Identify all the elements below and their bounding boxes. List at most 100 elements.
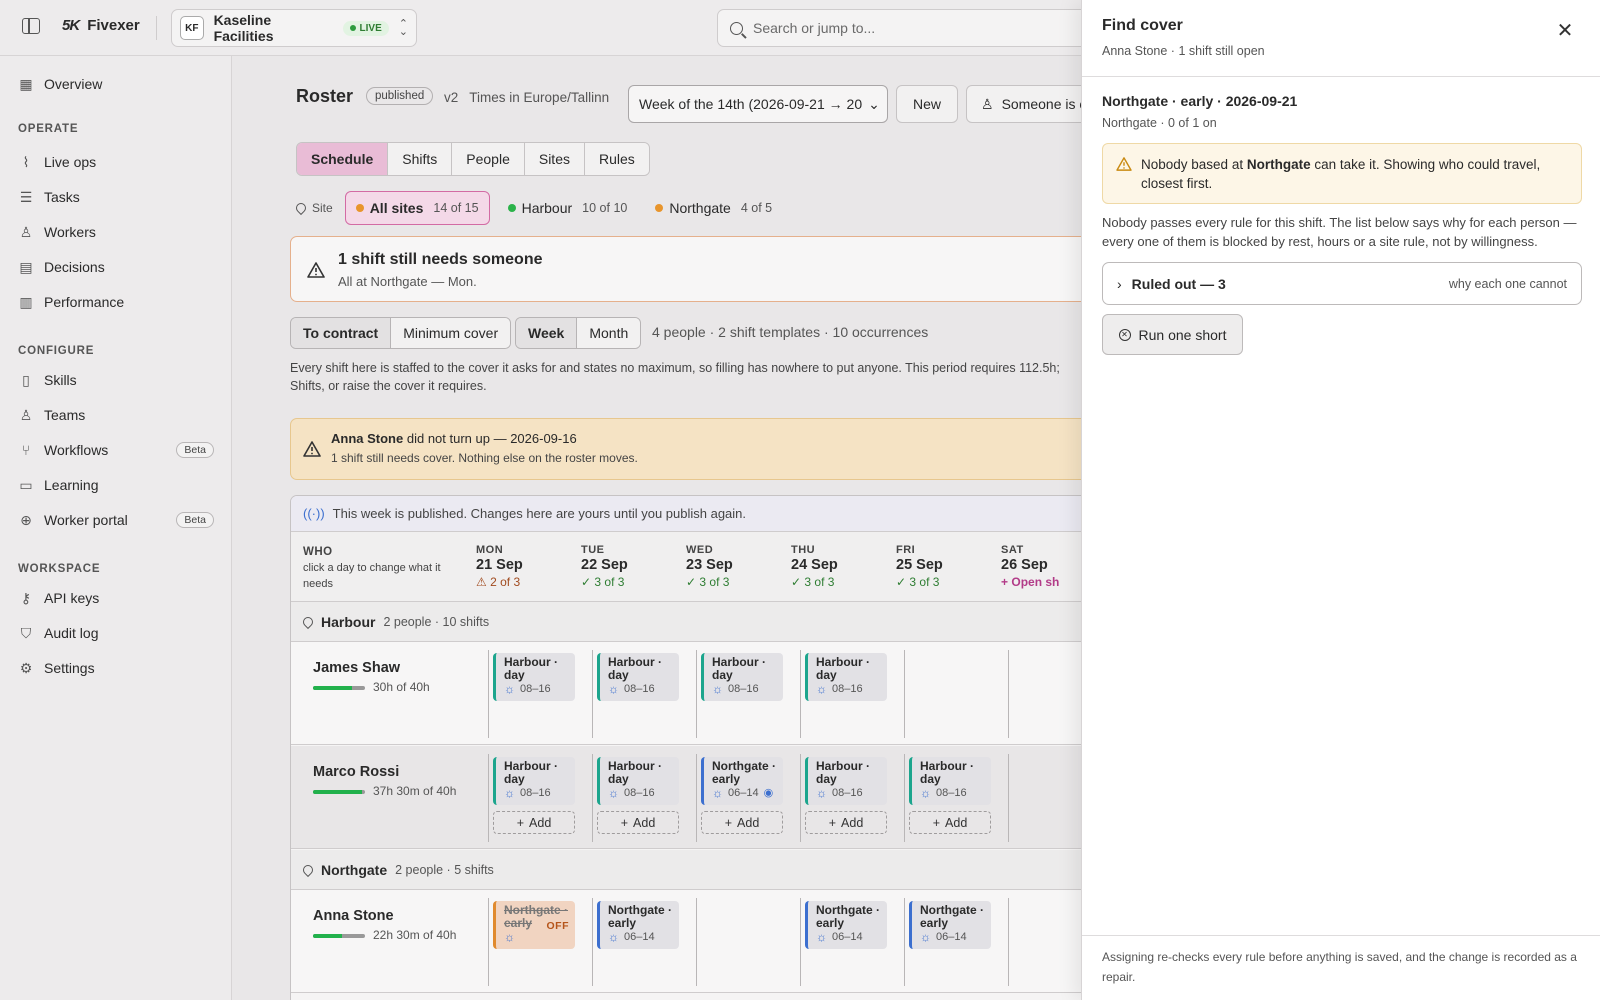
absence-subtitle: 1 shift still needs cover. Nothing else …: [331, 451, 638, 465]
tab-rules[interactable]: Rules: [584, 143, 649, 175]
add-shift-button[interactable]: + Add: [909, 811, 991, 834]
to-contract-option[interactable]: To contract: [291, 318, 392, 348]
sidebar-item-skills[interactable]: ▯ Skills: [18, 369, 214, 391]
person-name: James Shaw: [313, 660, 401, 676]
warning-icon: [307, 262, 325, 278]
shift-card[interactable]: Northgate · early ☼ 06–14: [597, 901, 679, 949]
sidebar-item-decisions[interactable]: ▤ Decisions: [18, 256, 214, 278]
org-switcher[interactable]: KF Kaseline Facilities LIVE ⌃ ⌄: [171, 9, 417, 47]
published-note: This week is published. Changes here are…: [332, 506, 747, 521]
sidebar-item-overview[interactable]: ▦ Overview: [18, 73, 214, 95]
ruled-out-expander[interactable]: › Ruled out — 3 why each one cannot: [1102, 262, 1582, 305]
add-shift-button[interactable]: + Add: [493, 811, 575, 834]
day-header-fri[interactable]: FRI 25 Sep ✓ 3 of 3: [896, 544, 943, 589]
section-workspace: WORKSPACE: [18, 563, 101, 575]
sun-icon: ☼: [504, 682, 515, 696]
branch-icon: ⑂: [21, 442, 31, 458]
find-cover-drawer: Find cover Anna Stone · 1 shift still op…: [1081, 0, 1600, 1000]
sidebar-item-settings[interactable]: ⚙ Settings: [18, 657, 214, 679]
shift-card[interactable]: Northgate · early ☼ 06–14: [909, 901, 991, 949]
week-select[interactable]: Week of the 14th (2026-09-21 → 20 ⌄: [628, 85, 888, 123]
check-icon: ✓: [686, 575, 697, 589]
sidebar-item-tasks[interactable]: ☰ Tasks: [18, 186, 214, 208]
absence-person: Anna Stone: [331, 431, 404, 446]
new-button[interactable]: New: [896, 85, 958, 123]
pin-icon: [300, 614, 316, 629]
tab-people[interactable]: People: [452, 143, 525, 175]
site-chip-northgate[interactable]: Northgate 4 of 5: [645, 191, 782, 225]
version-label: v2: [444, 90, 459, 105]
sidebar-item-performance[interactable]: ▥ Performance: [18, 291, 214, 313]
sidebar-item-audit-log[interactable]: ⛉ Audit log: [18, 622, 214, 644]
shift-card-off[interactable]: Northgate · early ☼ OFF: [493, 901, 575, 949]
day-header-tue[interactable]: TUE 22 Sep ✓ 3 of 3: [581, 544, 628, 589]
tab-schedule[interactable]: Schedule: [297, 143, 389, 175]
beta-badge: Beta: [176, 512, 214, 528]
shift-card[interactable]: Northgate · early ☼ 06–14: [805, 901, 887, 949]
site-chip-harbour[interactable]: Harbour 10 of 10: [498, 191, 638, 225]
sidebar-item-label: Overview: [44, 76, 103, 92]
sidebar-item-teams[interactable]: ♙ Teams: [18, 404, 214, 426]
org-name: Kaseline Facilities: [213, 12, 274, 44]
brand[interactable]: 5K Fivexer: [62, 17, 140, 34]
sidebar-item-workers[interactable]: ♙ Workers: [18, 221, 214, 243]
globe-icon: ⊕: [20, 511, 32, 528]
close-icon[interactable]: ✕: [1553, 18, 1577, 42]
sidebar-item-label: API keys: [44, 590, 100, 606]
warning-icon: [1116, 157, 1132, 171]
minimum-cover-option[interactable]: Minimum cover: [391, 318, 511, 348]
site-chip-all[interactable]: All sites 14 of 15: [344, 191, 490, 225]
tab-shifts[interactable]: Shifts: [388, 143, 453, 175]
person-name: Marco Rossi: [313, 764, 400, 780]
chart-icon: ▥: [19, 293, 33, 310]
sidebar-item-label: Teams: [44, 407, 86, 423]
chevron-updown-icon: ⌃ ⌄: [398, 18, 408, 38]
sidebar-toggle-icon[interactable]: [22, 18, 40, 34]
sun-icon: ☼: [816, 786, 827, 800]
list-icon: ☰: [19, 188, 33, 205]
run-one-short-button[interactable]: ✕ Run one short: [1102, 314, 1243, 355]
search-input[interactable]: Search or jump to...: [717, 9, 1097, 47]
warning-icon: [303, 441, 321, 457]
shift-card[interactable]: Harbour · day ☼ 08–16: [909, 757, 991, 805]
day-header-sat[interactable]: SAT 26 Sep + Open sh: [1001, 544, 1059, 589]
pin-icon: ◉: [763, 787, 774, 799]
capacity-note: Every shift here is staffed to the cover…: [290, 361, 1060, 393]
sidebar-item-label: Workflows: [44, 442, 109, 458]
divider: [1082, 935, 1600, 936]
sun-icon: ☼: [920, 930, 931, 944]
hours-label: 37h 30m of 40h: [373, 784, 457, 798]
plus-icon: +: [828, 815, 837, 830]
month-option[interactable]: Month: [577, 318, 641, 348]
sun-icon: ☼: [816, 682, 827, 696]
day-header-mon[interactable]: MON 21 Sep ⚠ 2 of 3: [476, 544, 523, 589]
shift-card[interactable]: Harbour · day ☼ 08–16: [493, 653, 575, 701]
status-dot: [655, 204, 664, 212]
chevron-down-icon: ⌄: [868, 95, 880, 112]
tab-sites[interactable]: Sites: [524, 143, 585, 175]
sidebar-item-learning[interactable]: ▭ Learning: [18, 474, 214, 496]
sidebar-item-live-ops[interactable]: ⌇ Live ops: [18, 151, 214, 173]
sidebar-item-workflows[interactable]: ⑂ Workflows Beta: [18, 439, 214, 461]
shift-card[interactable]: Harbour · day ☼ 08–16: [805, 757, 887, 805]
shift-card[interactable]: Harbour · day ☼ 08–16: [701, 653, 783, 701]
shift-card[interactable]: Harbour · day ☼ 08–16: [597, 653, 679, 701]
sidebar-item-api-keys[interactable]: ⚷ API keys: [18, 587, 214, 609]
shift-card[interactable]: Harbour · day ☼ 08–16: [493, 757, 575, 805]
add-shift-button[interactable]: + Add: [597, 811, 679, 834]
shift-card[interactable]: Harbour · day ☼ 08–16: [805, 653, 887, 701]
timezone-label: Times in Europe/Tallinn: [469, 90, 610, 105]
add-shift-button[interactable]: + Add: [805, 811, 887, 834]
day-header-wed[interactable]: WED 23 Sep ✓ 3 of 3: [686, 544, 733, 589]
week-option[interactable]: Week: [516, 318, 578, 348]
plus-icon: +: [932, 815, 941, 830]
sidebar-item-worker-portal[interactable]: ⊕ Worker portal Beta: [18, 509, 214, 531]
shift-card[interactable]: Harbour · day ☼ 08–16: [597, 757, 679, 805]
shift-card[interactable]: Northgate · early ☼ 06–14 ◉: [701, 757, 783, 805]
add-shift-button[interactable]: + Add: [701, 811, 783, 834]
search-icon: [730, 21, 743, 35]
hours-progress: [313, 686, 365, 690]
divider: [1082, 76, 1600, 77]
sun-icon: ☼: [608, 786, 619, 800]
day-header-thu[interactable]: THU 24 Sep ✓ 3 of 3: [791, 544, 838, 589]
